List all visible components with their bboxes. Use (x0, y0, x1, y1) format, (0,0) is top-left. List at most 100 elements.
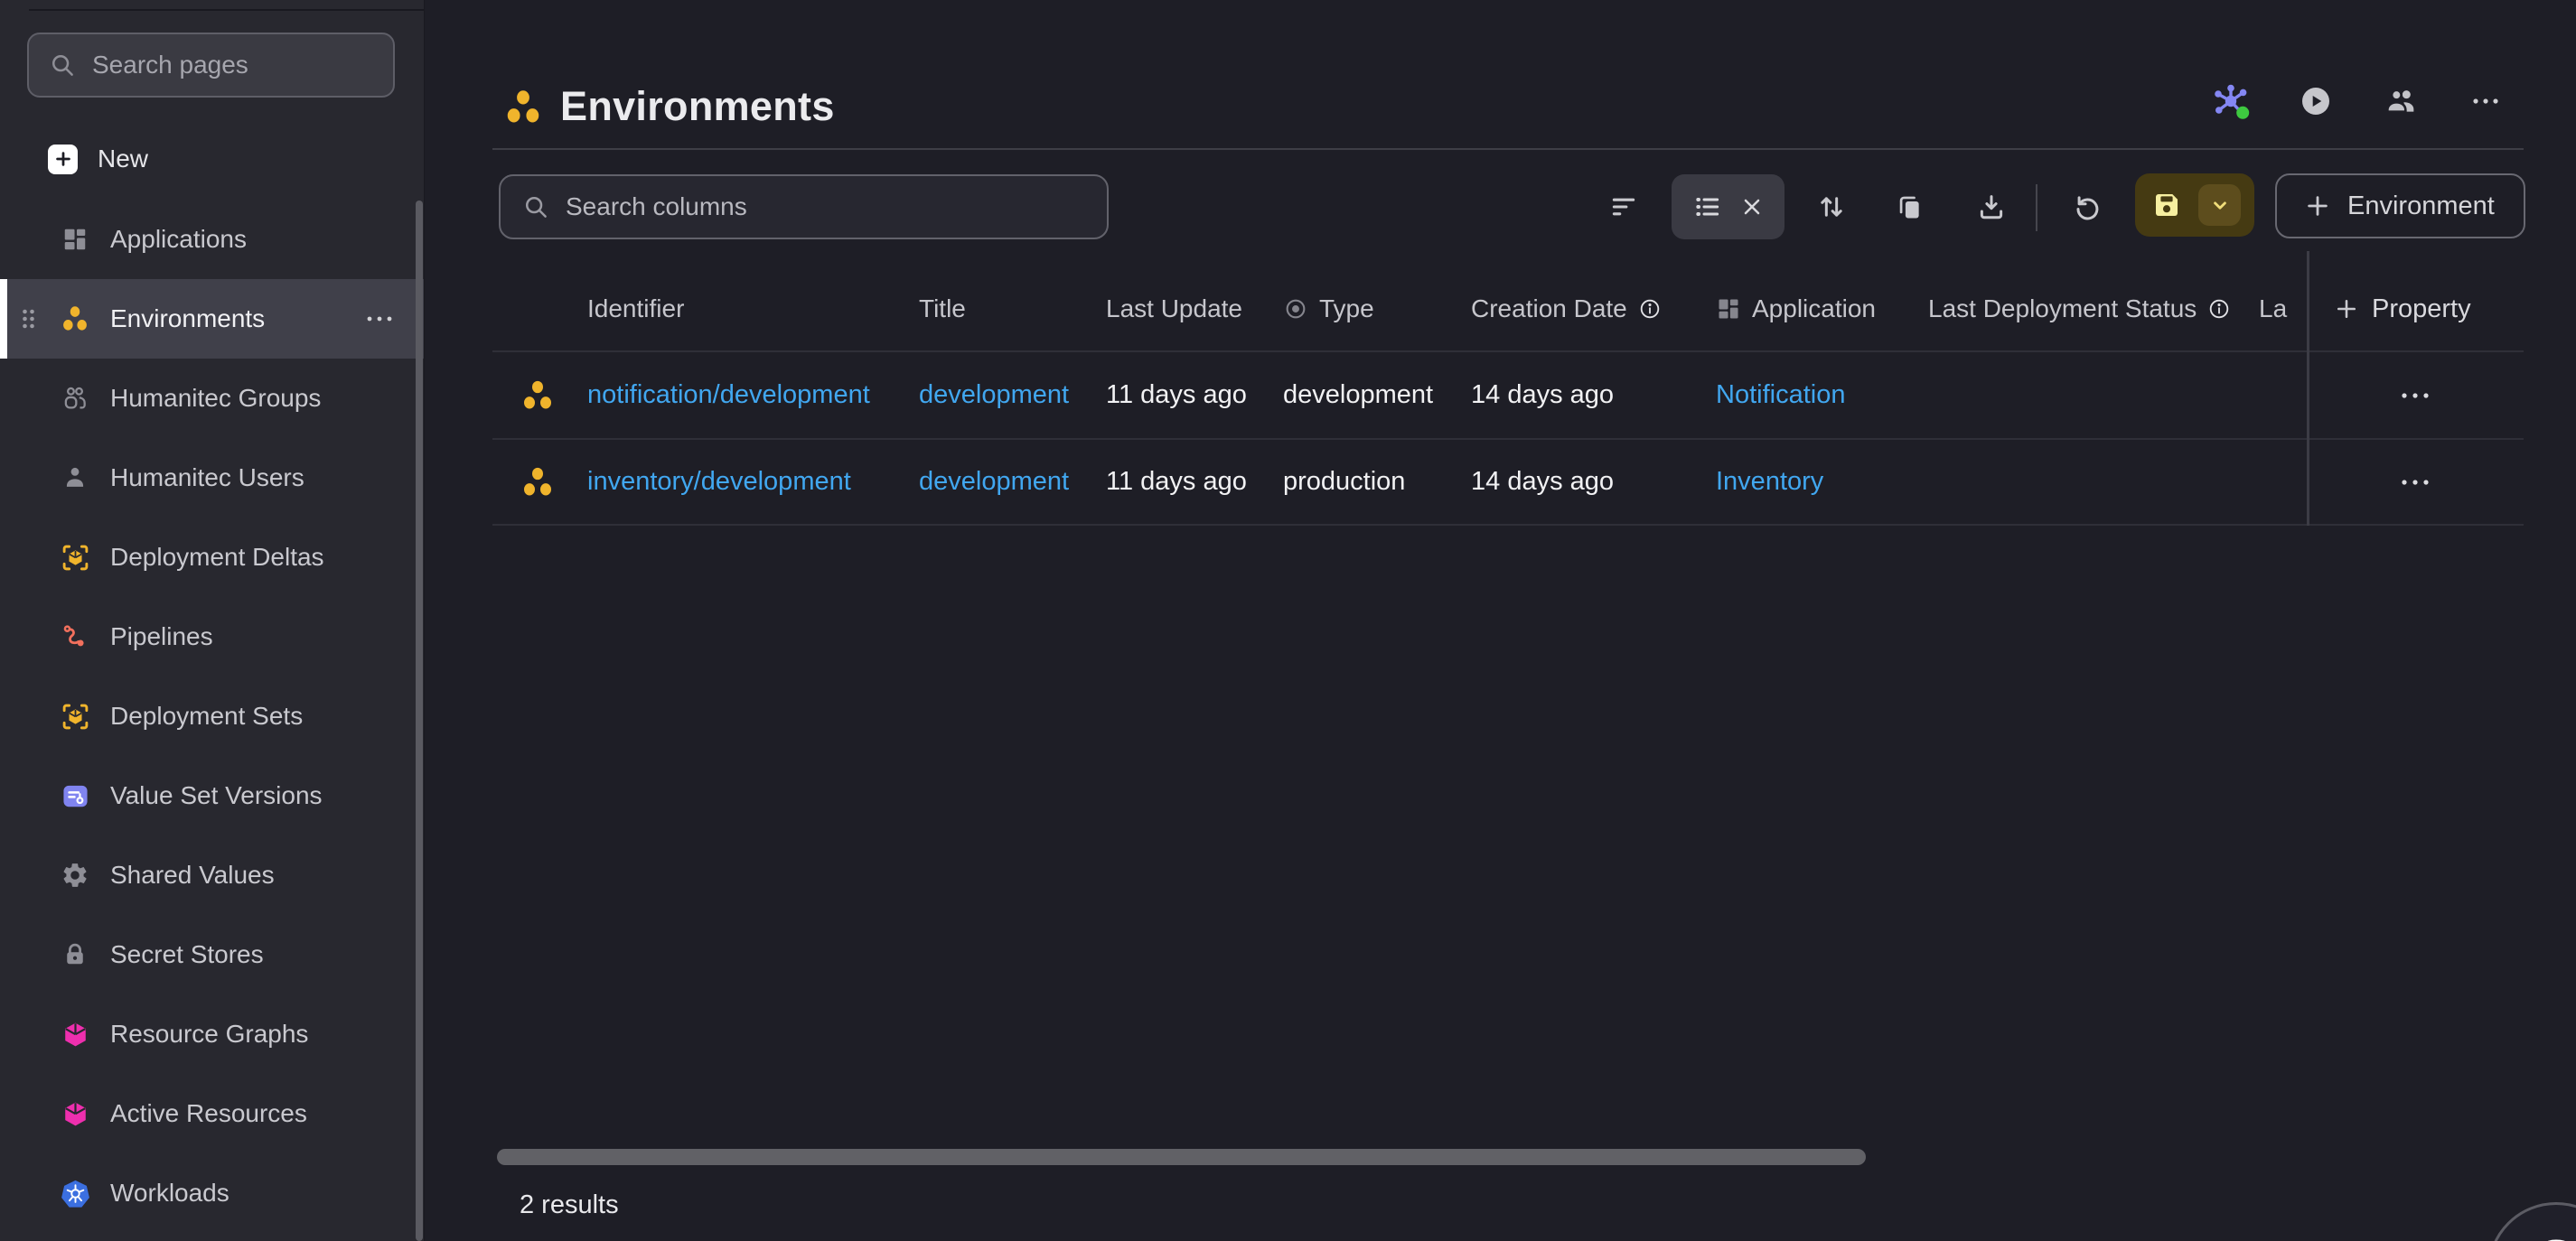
deployment-set-icon (60, 701, 90, 732)
table-row[interactable]: inventory/development development 11 day… (492, 438, 2524, 526)
sidebar-item-label: Environments (110, 304, 265, 333)
info-icon (2207, 297, 2231, 321)
column-header-truncated[interactable]: La (2259, 294, 2307, 323)
environments-table: Identifier Title Last Update Type Creati… (492, 267, 2524, 526)
column-header-creation-date[interactable]: Creation Date (1471, 294, 1716, 323)
environment-row-icon (492, 378, 587, 414)
search-icon (522, 193, 549, 220)
plus-icon (48, 145, 78, 174)
search-icon (49, 51, 76, 79)
new-button[interactable]: New (48, 137, 148, 181)
identifier-link[interactable]: inventory/development (587, 467, 919, 497)
title-link[interactable]: development (919, 467, 1106, 497)
applications-grid-icon (60, 224, 90, 255)
column-search-input[interactable] (566, 192, 1085, 221)
list-view-icon[interactable] (1693, 192, 1722, 221)
environments-dots-icon (502, 87, 544, 128)
sidebar-item-deployment-deltas[interactable]: Deployment Deltas (0, 518, 424, 597)
toolbar-divider (2036, 184, 2037, 231)
sidebar-item-deployment-sets[interactable]: Deployment Sets (0, 676, 424, 756)
sidebar-item-label: Deployment Deltas (110, 543, 324, 572)
run-play-icon[interactable] (2296, 81, 2336, 121)
save-options-chevron[interactable] (2198, 184, 2241, 226)
sidebar-item-secret-stores[interactable]: Secret Stores (0, 915, 424, 994)
members-icon[interactable] (2381, 81, 2421, 121)
item-more-icon[interactable] (366, 315, 393, 322)
sidebar-item-environments[interactable]: Environments (0, 279, 424, 359)
sidebar-item-active-resources[interactable]: Active Resources (0, 1074, 424, 1153)
more-icon[interactable] (2466, 81, 2506, 121)
column-header-application[interactable]: Application (1716, 294, 1928, 323)
kubernetes-icon (60, 1178, 90, 1208)
sidebar-item-applications[interactable]: Applications (0, 200, 424, 279)
help-button[interactable]: ? (2487, 1202, 2576, 1241)
type-cell: production (1283, 467, 1471, 497)
clear-view-icon[interactable] (1740, 195, 1764, 219)
main-panel: Environments (425, 0, 2576, 1241)
deployment-delta-icon (60, 542, 90, 573)
sidebar: New Applications Environments (0, 0, 425, 1241)
sidebar-item-label: Resource Graphs (110, 1020, 308, 1049)
question-mark-icon: ? (2533, 1224, 2576, 1241)
user-icon (60, 462, 90, 493)
sidebar-item-humanitec-groups[interactable]: Humanitec Groups (0, 359, 424, 438)
sidebar-item-humanitec-users[interactable]: Humanitec Users (0, 438, 424, 518)
sidebar-item-label: Workloads (110, 1179, 229, 1208)
sidebar-item-label: Humanitec Users (110, 463, 304, 492)
results-count: 2 results (520, 1190, 619, 1220)
column-header-title[interactable]: Title (919, 294, 1106, 323)
add-environment-button[interactable]: Environment (2275, 173, 2525, 238)
application-link[interactable]: Notification (1716, 380, 1928, 410)
column-header-last-deployment-status[interactable]: Last Deployment Status (1928, 294, 2259, 323)
row-more-icon[interactable] (2393, 461, 2437, 504)
application-link[interactable]: Inventory (1716, 467, 1928, 497)
type-cell: development (1283, 380, 1471, 410)
sidebar-item-workloads[interactable]: Workloads (0, 1153, 424, 1233)
sidebar-top-divider (29, 9, 424, 11)
column-header-identifier[interactable]: Identifier (587, 294, 919, 323)
sidebar-item-shared-values[interactable]: Shared Values (0, 835, 424, 915)
save-button[interactable] (2135, 173, 2198, 237)
resource-cube-icon (60, 1098, 90, 1129)
sidebar-item-label: Secret Stores (110, 940, 264, 969)
table-row[interactable]: notification/development development 11 … (492, 350, 2524, 438)
sidebar-item-pipelines[interactable]: Pipelines (0, 597, 424, 676)
sidebar-scrollbar[interactable] (416, 201, 423, 1241)
application-grid-icon (1716, 296, 1741, 322)
undo-icon[interactable] (2066, 185, 2110, 229)
gear-icon (60, 860, 90, 891)
sidebar-item-label: Shared Values (110, 861, 275, 890)
pipeline-icon (60, 621, 90, 652)
sidebar-item-label: Applications (110, 225, 247, 254)
horizontal-scrollbar[interactable] (497, 1149, 1866, 1165)
sidebar-item-label: Active Resources (110, 1099, 307, 1128)
add-property-button[interactable]: Property (2307, 294, 2471, 324)
column-search[interactable] (499, 174, 1109, 239)
column-header-type[interactable]: Type (1283, 294, 1471, 323)
row-more-icon[interactable] (2393, 374, 2437, 417)
radio-target-icon (1283, 296, 1308, 322)
title-link[interactable]: development (919, 380, 1106, 410)
plus-icon (2304, 192, 2331, 219)
pinned-column-divider (2307, 251, 2309, 526)
page-title: Environments (560, 83, 835, 130)
new-button-label: New (98, 145, 148, 173)
sidebar-search[interactable] (27, 33, 395, 98)
row-actions-cell (2307, 374, 2524, 417)
resource-cube-icon (60, 1019, 90, 1050)
column-header-last-update[interactable]: Last Update (1106, 294, 1283, 323)
info-icon (1638, 297, 1662, 321)
row-actions-cell (2307, 461, 2524, 504)
download-icon[interactable] (1970, 185, 2013, 229)
identifier-link[interactable]: notification/development (587, 380, 919, 410)
copy-icon[interactable] (1888, 185, 1932, 229)
table-header-row: Identifier Title Last Update Type Creati… (492, 267, 2524, 350)
sidebar-search-input[interactable] (92, 51, 418, 79)
drag-handle-icon[interactable] (22, 309, 35, 330)
sidebar-item-resource-graphs[interactable]: Resource Graphs (0, 994, 424, 1074)
sidebar-item-value-set-versions[interactable]: Value Set Versions (0, 756, 424, 835)
filter-icon[interactable] (1602, 185, 1645, 229)
resource-graph-status-icon[interactable] (2211, 81, 2251, 121)
sort-icon[interactable] (1810, 185, 1853, 229)
sidebar-item-label: Deployment Sets (110, 702, 303, 731)
